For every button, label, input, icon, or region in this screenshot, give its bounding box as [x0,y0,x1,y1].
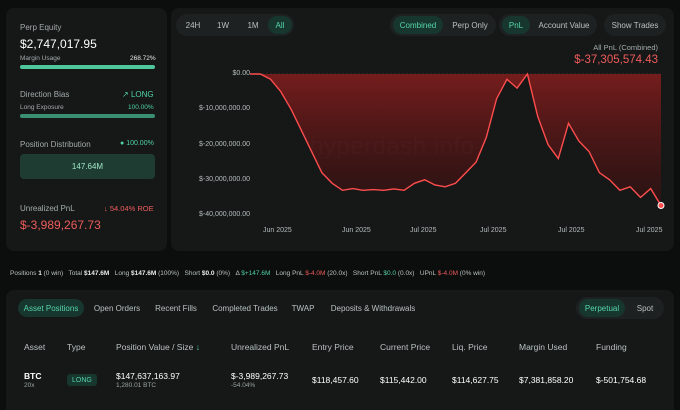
row-funding: $-501,754.68 [596,375,647,385]
perp-equity-value: $2,747,017.95 [20,37,97,51]
position-distribution-value: ● 100.00% [120,140,154,147]
short-value: $0.0 [201,270,215,277]
position-distribution-block[interactable]: 147.64M [20,154,155,179]
header-entry-price[interactable]: Entry Price [312,342,354,352]
positions-win: (0 win) [43,270,64,277]
y-tick-label: $0.00 [232,70,250,77]
margin-usage-bar [20,65,155,69]
row-position-size: 1,280.01 BTC [116,382,157,389]
x-tick-label: Jun 2025 [263,227,292,234]
tab-1m[interactable]: 1M [240,16,266,34]
x-tick-label: Jul 2025 [636,227,663,234]
long-pnl-label: Long PnL [275,270,304,277]
positions-label: Positions [10,270,37,277]
long-exposure-value: 100.00% [128,104,154,111]
row-position-value: $147,637,163.97 [116,371,180,381]
tab-open-orders[interactable]: Open Orders [90,299,144,317]
margin-usage-value: 268.72% [130,55,156,62]
tab-spot[interactable]: Spot [628,299,662,317]
perp-equity-label: Perp Equity [20,23,62,32]
unrealized-pnl-label: Unrealized PnL [20,204,75,213]
total-label: Total [68,270,83,277]
header-margin-used[interactable]: Margin Used [519,342,567,352]
total-value: $147.6M [84,270,110,277]
y-tick-label: $-10,000,000.00 [199,105,250,112]
header-current-price[interactable]: Current Price [380,342,430,352]
short-pnl-x: (0.0x) [397,270,415,277]
upnl-value: $-4.0M [437,270,458,277]
x-tick-label: Jul 2025 [558,227,585,234]
row-current-price: $115,442.00 [380,375,427,385]
header-type[interactable]: Type [67,342,85,352]
tab-1w[interactable]: 1W [210,16,236,34]
row-liq-price: $114,627.75 [452,375,499,385]
upnl-win: (0% win) [459,270,486,277]
y-tick-label: $-40,000,000.00 [199,211,250,218]
tab-deposits-withdrawals[interactable]: Deposits & Withdrawals [324,299,422,317]
tab-combined[interactable]: Combined [393,16,443,34]
row-asset[interactable]: BTC [24,371,41,381]
tab-asset-positions[interactable]: Asset Positions [18,299,84,317]
tab-recent-fills[interactable]: Recent Fills [150,299,202,317]
direction-bias-label: Direction Bias [20,90,70,99]
long-exposure-label: Long Exposure [20,104,64,111]
position-distribution-label: Position Distribution [20,140,91,149]
short-pnl-value: $0.0 [383,270,397,277]
short-pnl-label: Short PnL [352,270,382,277]
margin-usage-label: Margin Usage [20,55,61,62]
x-tick-label: Jul 2025 [410,227,437,234]
row-leverage: 20x [24,382,35,389]
account-summary-panel: Perp Equity $2,747,017.95 Margin Usage 2… [6,8,167,251]
long-pnl-x: (20.0x) [327,270,348,277]
row-entry-price: $118,457.60 [312,375,359,385]
dot-icon: ● [120,140,125,147]
tab-perpetual[interactable]: Perpetual [579,299,625,317]
short-label: Short [184,270,201,277]
long-exposure-bar [20,114,155,118]
long-pct: (100%) [158,270,180,277]
delta-value: $+147.6M [241,270,271,277]
show-trades-button[interactable]: Show Trades [606,16,664,34]
tab-twap[interactable]: TWAP [287,299,319,317]
positions-count: 1 [38,270,42,277]
row-margin-used: $7,381,858.20 [519,375,574,385]
direction-bias-value: ↗ LONG [122,90,154,99]
tab-account-value[interactable]: Account Value [533,16,595,34]
watermark: hyperdash.info [310,133,475,160]
x-tick-label: Jul 2025 [480,227,507,234]
tab-completed-trades[interactable]: Completed Trades [208,299,282,317]
sort-down-icon[interactable]: ↓ [196,342,200,352]
type-badge: LONG [67,374,97,386]
long-pnl-value: $-4.0M [305,270,326,277]
tab-pnl[interactable]: PnL [502,16,530,34]
header-unrealized-pnl[interactable]: Unrealized PnL [231,342,289,352]
header-funding[interactable]: Funding [596,342,627,352]
tab-all[interactable]: All [268,16,292,34]
summary-label: All PnL (Combined) [593,43,658,52]
row-unrealized-pnl-pct: -54.04% [231,382,256,389]
arrow-down-icon: ↓ [104,204,108,213]
trending-up-icon: ↗ [122,90,129,99]
upnl-label: UPnL [419,270,436,277]
unrealized-pnl-value: $-3,989,267.73 [20,218,101,232]
y-tick-label: $-30,000,000.00 [199,176,250,183]
positions-stats-bar: Positions 1 (0 win) Total $147.6M Long $… [10,270,485,277]
summary-value: $-37,305,574.43 [574,54,658,66]
header-asset[interactable]: Asset [24,342,45,352]
row-unrealized-pnl: $-3,989,267.73 [231,371,289,381]
short-pct: (0%) [216,270,231,277]
x-tick-label: Jun 2025 [342,227,371,234]
tab-24h[interactable]: 24H [180,16,206,34]
long-value: $147.6M [131,270,157,277]
header-liq-price[interactable]: Liq. Price [452,342,487,352]
unrealized-pnl-roe: ↓ 54.04% ROE [104,204,154,213]
delta-label: Δ [235,270,240,277]
y-tick-label: $-20,000,000.00 [199,141,250,148]
header-position-value: Position Value / Size ↓ [116,342,200,352]
long-label: Long [114,270,130,277]
tab-perp-only[interactable]: Perp Only [446,16,494,34]
